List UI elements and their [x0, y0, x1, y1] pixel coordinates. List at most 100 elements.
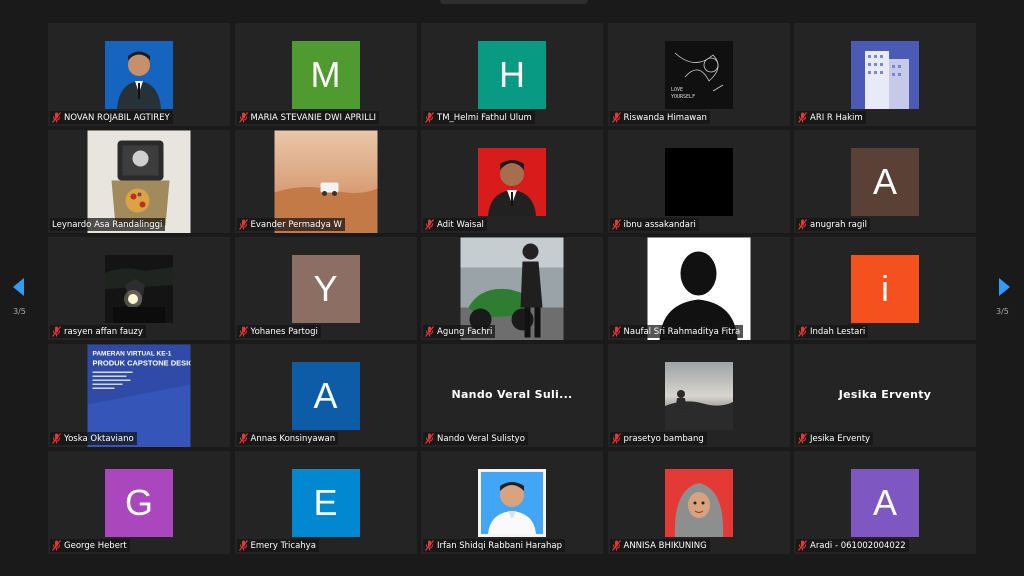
mic-muted-icon	[425, 540, 434, 551]
mic-muted-icon	[52, 433, 61, 444]
poster-title-line-2: PRODUK CAPSTONE DESIGN	[93, 358, 191, 367]
participant-tile[interactable]: rasyen affan fauzy	[48, 237, 230, 340]
participant-video	[664, 468, 733, 537]
mic-muted-icon	[611, 540, 621, 551]
mic-muted-icon	[798, 219, 807, 230]
participant-tile[interactable]: Naufal Sri Rahmaditya Fitra	[607, 237, 790, 340]
participant-tile[interactable]: ARI R Hakim	[794, 23, 976, 126]
participant-tile[interactable]: A Aradi - 061002004022	[794, 451, 976, 554]
participant-video	[664, 147, 733, 216]
participant-tile[interactable]: ibnu assakandari	[607, 130, 790, 233]
participant-tile[interactable]: E Emery Tricahya	[234, 451, 417, 554]
participant-tile[interactable]: PAMERAN VIRTUAL KE-1 PRODUK CAPSTONE DESI…	[48, 344, 230, 447]
participant-name: ARI R Hakim	[810, 112, 863, 123]
mic-muted-icon	[798, 326, 807, 337]
participant-name: MARIA STEVANIE DWI APRILLI	[250, 112, 377, 123]
mic-muted-icon	[425, 433, 434, 444]
mic-muted-icon	[611, 326, 621, 337]
avatar-initial: H	[478, 40, 546, 109]
participant-name-label: Adit Waisal	[423, 218, 487, 231]
participant-name-label: Yoska Oktaviano	[50, 432, 137, 445]
participant-name-label: Riswanda Himawan	[609, 111, 710, 124]
participant-name: Irfan Shidqi Rabbani Harahap	[437, 540, 562, 551]
participant-video	[478, 468, 546, 537]
participant-tile[interactable]: prasetyo bambang	[607, 344, 790, 447]
mic-muted-icon	[238, 112, 248, 123]
participant-tile[interactable]: Jesika Erventy Jesika Erventy	[794, 344, 976, 447]
mic-muted-icon	[798, 112, 807, 123]
participant-name-label: Agung Fachri	[423, 325, 496, 338]
participant-video	[478, 147, 546, 216]
prev-page-icon[interactable]	[13, 278, 24, 296]
participant-tile[interactable]: Leynardo Asa Randalinggi	[48, 130, 230, 233]
participant-name-label: ANNISA BHIKUNING	[609, 539, 710, 552]
participant-tile[interactable]: NOVAN ROJABIL AGTIREY	[48, 23, 230, 126]
participant-tile[interactable]: Evander Permadya W	[234, 130, 417, 233]
svg-text:LOVE: LOVE	[671, 87, 683, 93]
participant-name: ibnu assakandari	[623, 219, 696, 230]
mic-muted-icon	[238, 326, 248, 337]
participant-display-name: Jesika Erventy	[838, 388, 932, 401]
participant-name: Leynardo Asa Randalinggi	[52, 219, 163, 230]
mic-muted-icon	[798, 540, 807, 551]
participant-tile[interactable]: Y Yohanes Partogi	[234, 237, 417, 340]
avatar-initial: Y	[291, 254, 360, 323]
mic-muted-icon	[425, 112, 434, 123]
participant-name: prasetyo bambang	[623, 433, 704, 444]
participant-name: rasyen affan fauzy	[64, 326, 143, 337]
participant-tile[interactable]: A Annas Konsinyawan	[234, 344, 417, 447]
participant-tile[interactable]: ANNISA BHIKUNING	[607, 451, 790, 554]
participant-name: Riswanda Himawan	[623, 112, 707, 123]
participant-name: Jesika Erventy	[810, 433, 871, 444]
participant-name-label: NOVAN ROJABIL AGTIREY	[50, 111, 173, 124]
participant-name-label: George Hebert	[50, 539, 130, 552]
participant-name: NOVAN ROJABIL AGTIREY	[64, 112, 170, 123]
participant-name: Nando Veral Sulistyo	[437, 433, 525, 444]
participant-name-label: prasetyo bambang	[609, 432, 707, 445]
participant-tile[interactable]: Agung Fachri	[421, 237, 603, 340]
mic-muted-icon	[611, 219, 621, 230]
page-indicator-left: 3/5	[13, 307, 26, 316]
participant-tile[interactable]: LOVE YOURSELF Riswanda Himawan	[607, 23, 790, 126]
participant-name: Emery Tricahya	[250, 540, 316, 551]
participant-name-label: Yohanes Partogi	[236, 325, 321, 338]
avatar-initial: i	[851, 254, 919, 323]
participant-name-label: Naufal Sri Rahmaditya Fitra	[609, 325, 744, 338]
participant-name: Indah Lestari	[810, 326, 866, 337]
participant-video: LOVE YOURSELF	[664, 40, 733, 109]
participant-display-name: Nando Veral Suli...	[451, 388, 573, 401]
participant-tile[interactable]: Aanugrah ragil	[794, 130, 976, 233]
participant-tile[interactable]: M MARIA STEVANIE DWI APRILLI	[234, 23, 417, 126]
participant-name-label: anugrah ragil	[796, 218, 870, 231]
top-toolbar-handle[interactable]	[440, 0, 588, 4]
mic-muted-icon	[611, 112, 621, 123]
participant-tile[interactable]: i Indah Lestari	[794, 237, 976, 340]
participant-video	[105, 40, 173, 109]
participant-name-label: Evander Permadya W	[236, 218, 345, 231]
participant-tile[interactable]: G George Hebert	[48, 451, 230, 554]
participant-tile[interactable]: Nando Veral Suli... Nando Veral Sulistyo	[421, 344, 603, 447]
participant-name-label: ibnu assakandari	[609, 218, 699, 231]
mic-muted-icon	[611, 433, 621, 444]
participant-tile[interactable]: Irfan Shidqi Rabbani Harahap	[421, 451, 603, 554]
participant-name-label: Annas Konsinyawan	[236, 432, 339, 445]
video-gallery-view: 3/5 3/5 NOVAN ROJABIL AGTIREY M MARIA STEV…	[0, 0, 1024, 576]
mic-muted-icon	[238, 433, 248, 444]
participant-video	[851, 40, 919, 109]
mic-muted-icon	[798, 433, 807, 444]
participant-video	[105, 254, 173, 323]
next-page-icon[interactable]	[999, 278, 1010, 296]
mic-muted-icon	[425, 326, 434, 337]
page-indicator-right: 3/5	[996, 307, 1009, 316]
participant-name-label: Aradi - 061002004022	[796, 539, 909, 552]
participant-tile[interactable]: H TM_Helmi Fathul Ulum	[421, 23, 603, 126]
avatar-initial: A	[291, 361, 360, 430]
participant-name-label: ARI R Hakim	[796, 111, 866, 124]
participant-tile[interactable]: Adit Waisal	[421, 130, 603, 233]
participant-name: Agung Fachri	[437, 326, 493, 337]
participant-name: George Hebert	[64, 540, 127, 551]
participant-name: Evander Permadya W	[250, 219, 342, 230]
mic-muted-icon	[425, 219, 434, 230]
mic-muted-icon	[238, 219, 248, 230]
avatar-initial: A	[851, 147, 919, 216]
